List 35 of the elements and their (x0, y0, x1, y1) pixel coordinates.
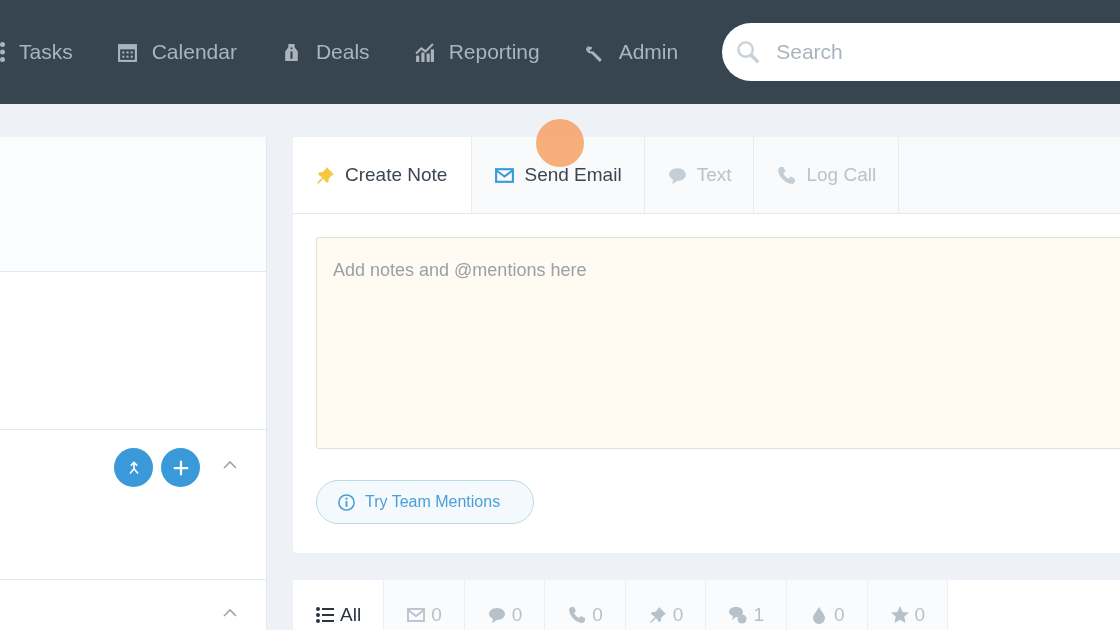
note-input[interactable]: Add notes and @mentions here (316, 237, 1120, 449)
filter-tab[interactable]: 0 (867, 580, 949, 630)
filter-tab[interactable]: 0 (625, 580, 707, 630)
nav-link[interactable]: Admin (583, 40, 679, 64)
calendar-icon (116, 41, 138, 63)
nav-link[interactable]: Deals (280, 40, 370, 64)
list-icon (315, 605, 335, 625)
chevron-up-icon[interactable] (222, 608, 238, 618)
phone-icon (567, 605, 588, 625)
filter-tab[interactable]: 0 (464, 580, 546, 630)
nav-link[interactable]: Reporting (413, 40, 540, 64)
pushpin-icon (315, 164, 336, 186)
star-icon (889, 605, 910, 625)
composer-tab[interactable]: Create Note (293, 137, 473, 213)
chart-icon (413, 41, 435, 63)
team-mentions-button[interactable]: Try Team Mentions (316, 480, 534, 524)
merge-button[interactable] (114, 448, 153, 487)
info-icon (337, 492, 356, 512)
filter-tab[interactable]: 0 (384, 580, 465, 630)
click-marker (536, 119, 584, 167)
phone-icon (776, 164, 798, 186)
chat-bubbles-icon (728, 605, 749, 625)
speech-bubble-icon (486, 605, 507, 625)
search-icon (736, 40, 761, 64)
filter-tab[interactable]: 0 (787, 580, 868, 630)
filter-tab[interactable]: 1 (706, 580, 787, 630)
list-icon (0, 42, 5, 62)
nav-link[interactable]: Calendar (116, 40, 237, 64)
filter-tab[interactable]: 0 (545, 580, 626, 630)
envelope-icon (406, 605, 427, 625)
plus-icon (171, 458, 190, 477)
chevron-up-icon[interactable] (222, 460, 238, 470)
add-button[interactable] (161, 448, 200, 487)
nav-link[interactable]: Tasks (0, 40, 73, 64)
search-field[interactable]: Search (722, 23, 1120, 81)
